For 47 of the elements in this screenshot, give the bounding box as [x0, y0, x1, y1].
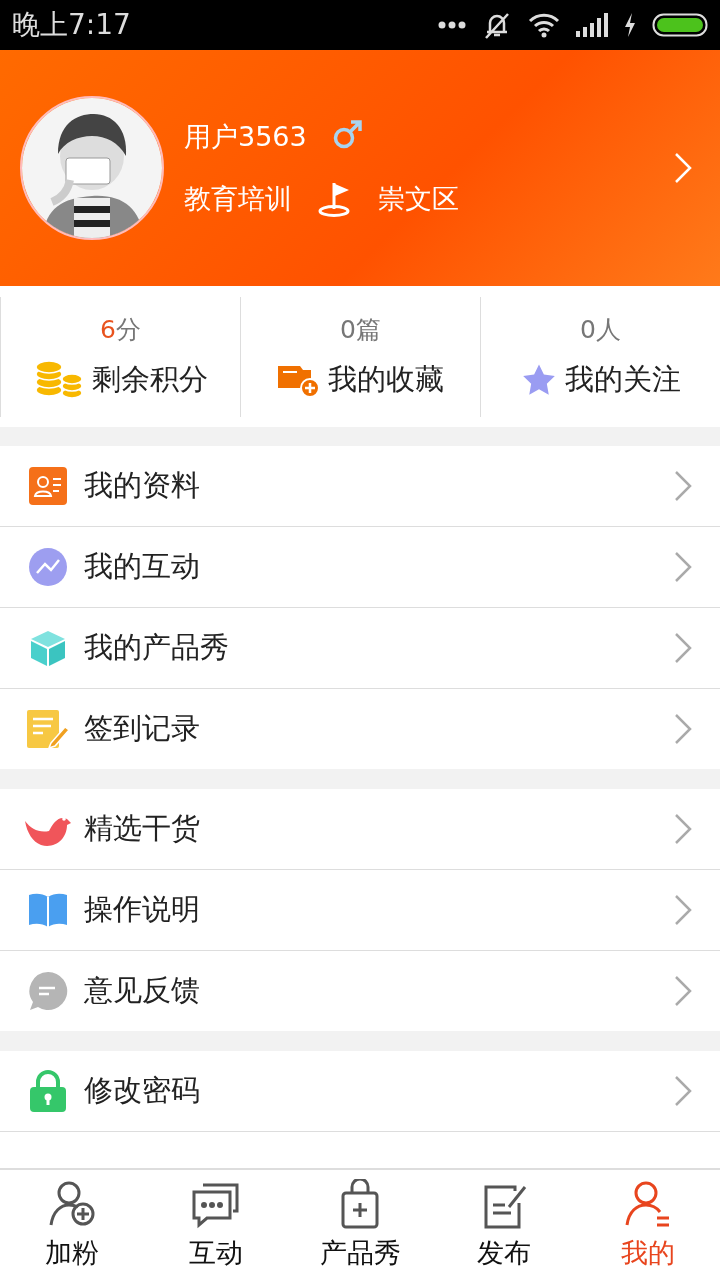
speech-bubble-icon: [28, 971, 68, 1011]
battery-icon: [652, 13, 708, 37]
more-dots-icon: [438, 21, 466, 29]
menu-item[interactable]: 操作说明: [0, 869, 720, 950]
book-icon: [27, 891, 69, 929]
stat-value: 0人: [580, 314, 621, 346]
cube-icon: [29, 629, 67, 667]
chevron-right-icon: [674, 894, 692, 926]
chevron-right-icon: [674, 551, 692, 583]
lock-icon: [29, 1070, 67, 1112]
industry-label: 教育培训: [184, 182, 292, 216]
chevron-right-icon: [674, 470, 692, 502]
menu-item[interactable]: 意见反馈: [0, 950, 720, 1031]
stat-value: 0篇: [340, 314, 381, 346]
nav-tab[interactable]: 发布: [432, 1170, 576, 1280]
chevron-right-icon: [674, 975, 692, 1007]
stat-label[interactable]: 我的收藏: [327, 360, 444, 400]
chevron-right-icon: [674, 632, 692, 664]
note-pencil-icon: [27, 709, 69, 749]
nav-tab[interactable]: 加粉: [0, 1170, 144, 1280]
user-name: 用户3563: [184, 120, 307, 154]
flag-icon: [318, 181, 352, 217]
nav-tab[interactable]: 互动: [144, 1170, 288, 1280]
chevron-right-icon: [674, 813, 692, 845]
male-symbol-icon: [332, 119, 363, 149]
nav-tab[interactable]: 产品秀: [288, 1170, 432, 1280]
menu-item[interactable]: 精选干货: [0, 789, 720, 869]
status-time: 晚上7:17: [12, 7, 131, 43]
menu-item[interactable]: 修改密码: [0, 1051, 720, 1131]
charging-icon: [624, 13, 636, 37]
profile-card-icon: [29, 467, 67, 505]
menu-item[interactable]: 我的资料: [0, 446, 720, 526]
stat-label[interactable]: 我的关注: [564, 360, 681, 400]
menu-item[interactable]: 签到记录: [0, 688, 720, 769]
district-label: 崇文区: [378, 182, 459, 216]
chevron-right-icon: [674, 152, 692, 184]
signal-icon: [576, 13, 608, 37]
line-chart-icon: [29, 548, 67, 586]
wifi-icon: [528, 12, 560, 38]
menu-item[interactable]: 我的产品秀: [0, 607, 720, 688]
menu-item[interactable]: 我的互动: [0, 526, 720, 607]
nav-tab[interactable]: 我的: [576, 1170, 720, 1280]
chevron-right-icon: [674, 1075, 692, 1107]
stat-value: 6分: [100, 314, 141, 346]
stat-label[interactable]: 剩余积分: [91, 360, 208, 400]
coins-icon: [33, 360, 84, 400]
chevron-right-icon: [674, 713, 692, 745]
